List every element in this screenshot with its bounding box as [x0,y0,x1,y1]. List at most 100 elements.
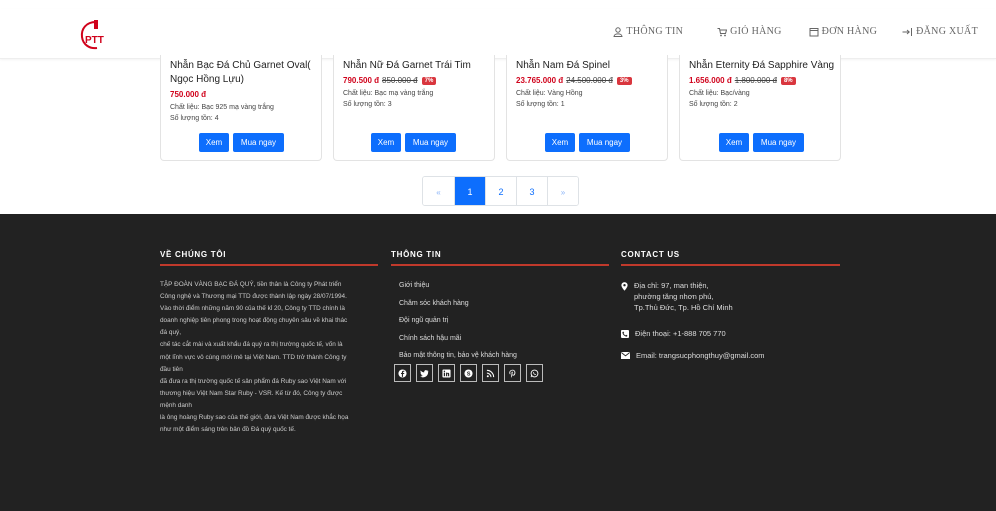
social-icons: S [394,364,543,382]
product-name[interactable]: Nhẫn Nam Đá Spinel [516,59,666,73]
current-price: 790.500 đ [343,76,380,85]
view-button[interactable]: Xem [199,133,229,152]
about-line: đá quý, [160,329,181,337]
product-price: 750.000 đ [170,90,206,99]
buy-now-button[interactable]: Mua ngay [405,133,456,152]
product-material: Chất liệu: Bạc/vàng [689,90,750,97]
product-stock: Số lượng tồn: 1 [516,101,565,108]
product-price: 23.765.000 đ 24.500.000 đ 3% [516,76,632,85]
map-marker-icon [621,282,628,291]
address-line: Tp.Thủ Đức, Tp. Hồ Chí Minh [634,303,733,312]
nav-orders[interactable]: ĐƠN HÀNG [809,26,877,37]
pagination-prev[interactable]: « [423,177,454,205]
about-heading-underline [160,264,378,266]
footer-link-warranty[interactable]: Chính sách hậu mãi [399,333,517,351]
facebook-icon[interactable] [394,364,411,382]
view-button[interactable]: Xem [545,133,575,152]
product-meta: Chất liệu: Bạc/vàng Số lượng tồn: 2 [689,88,750,110]
about-line: là ông hoàng Ruby sao của thế giới, đưa … [160,414,349,422]
buy-now-button[interactable]: Mua ngay [753,133,804,152]
product-price: 790.500 đ 850.000 đ 7% [343,76,437,85]
product-stock: Số lượng tồn: 3 [343,101,392,108]
svg-text:PTT: PTT [85,35,104,46]
contact-email: Email: trangsucphongthuy@gmail.com [621,350,765,361]
discount-badge: 3% [616,76,632,85]
about-line: đã đưa ra thị trường quốc tế sản phẩm đá… [160,377,347,385]
product-meta: Chất liệu: Bạc mạ vàng trắng Số lượng tồ… [343,88,433,110]
footer-link-care[interactable]: Chăm sóc khách hàng [399,298,517,316]
product-card: Nhẫn Nữ Đá Garnet Trái Tim 790.500 đ 850.… [333,55,495,161]
address-line: Địa chỉ: 97, man thiện, [634,281,709,290]
svg-text:S: S [467,371,471,377]
about-line: một lĩnh vực vô cùng mới mẻ tại Việt Nam… [160,353,347,361]
pinterest-icon[interactable] [504,364,521,382]
discount-badge: 8% [780,76,796,85]
old-price: 24.500.000 đ [566,76,613,85]
footer-link-about[interactable]: Giới thiệu [399,280,517,298]
pagination-page-2[interactable]: 2 [485,177,516,205]
skype-icon[interactable]: S [460,364,477,382]
current-price: 750.000 đ [170,90,207,99]
nav-orders-label: ĐƠN HÀNG [821,26,878,37]
about-line: Công nghệ và Thương mại TTD được thành l… [160,293,347,301]
buy-now-button[interactable]: Mua ngay [579,133,630,152]
twitter-icon[interactable] [416,364,433,382]
pagination-page-1[interactable]: 1 [454,177,485,205]
rss-icon[interactable] [482,364,499,382]
logout-icon [902,27,913,36]
current-price: 1.656.000 đ [689,76,732,85]
product-meta: Chất liệu: Bạc 925 mạ vàng trắng Số lượn… [170,102,274,124]
nav-info[interactable]: THÔNG TIN [613,26,683,37]
product-stock: Số lượng tồn: 2 [689,101,738,108]
old-price: 850.000 đ [382,76,418,85]
linkedin-icon[interactable] [438,364,455,382]
phone-text: Điện thoại: +1-888 705 770 [635,329,726,338]
discount-badge: 7% [421,76,437,85]
whatsapp-icon[interactable] [526,364,543,382]
product-name[interactable]: Nhẫn Bạc Đá Chủ Garnet Oval( Ngọc Hồng L… [170,59,320,87]
product-name[interactable]: Nhẫn Nữ Đá Garnet Trái Tim [343,59,493,73]
about-line: TẬP ĐOÀN VÀNG BẠC ĐÁ QUÝ, tiền thân là C… [160,281,342,288]
site-header: PTT THÔNG TIN GIỎ HÀNG ĐƠN HÀNG ĐĂNG XUẤ… [0,9,996,59]
buy-now-button[interactable]: Mua ngay [233,133,284,152]
contact-phone: Điện thoại: +1-888 705 770 [621,328,765,339]
main-nav: THÔNG TIN GIỎ HÀNG ĐƠN HÀNG ĐĂNG XUẤT [613,26,978,37]
current-price: 23.765.000 đ [516,76,564,85]
view-button[interactable]: Xem [719,133,749,152]
product-grid: Nhẫn Bạc Đá Chủ Garnet Oval( Ngọc Hồng L… [0,55,996,165]
footer-link-team[interactable]: Đội ngũ quản trị [399,315,517,333]
about-line: đầu tiên [160,365,183,373]
site-logo[interactable]: PTT [78,19,114,51]
pagination-page-3[interactable]: 3 [516,177,547,205]
product-material: Chất liệu: Bạc mạ vàng trắng [343,90,434,97]
product-stock: Số lượng tồn: 4 [170,115,219,122]
nav-cart[interactable]: GIỎ HÀNG [717,26,782,37]
info-links: Giới thiệu Chăm sóc khách hàng Đội ngũ q… [399,280,517,368]
email-text[interactable]: Email: trangsucphongthuy@gmail.com [636,350,765,361]
old-price: 1.800.000 đ [734,76,777,85]
about-line: Vào thời điểm những năm 90 của thế kỉ 20… [160,305,345,313]
contact-heading-underline [621,264,840,266]
view-button[interactable]: Xem [371,133,401,152]
about-line: mệnh danh [160,401,192,409]
calendar-icon [809,27,819,36]
product-meta: Chất liệu: Vàng Hồng Số lượng tồn: 1 [516,88,583,110]
about-text: TẬP ĐOÀN VÀNG BẠC ĐÁ QUÝ, tiền thân là C… [160,279,382,436]
envelope-icon [621,352,630,359]
product-price: 1.656.000 đ 1.800.000 đ 8% [689,76,796,85]
info-heading: THÔNG TIN [391,250,442,259]
about-line: như một điểm sáng trên bản đồ Đá quý quố… [160,426,296,434]
contact-heading: CONTACT US [621,250,680,259]
nav-logout[interactable]: ĐĂNG XUẤT [902,26,978,37]
about-line: doanh nghiệp tiên phong trong hoạt động … [160,317,348,325]
about-heading: VỀ CHÚNG TÔI [160,250,227,259]
about-line: thương hiệu Việt Nam Star Ruby - VSR. Kế… [160,389,343,397]
address-line: phường tăng nhơn phú, [634,292,714,301]
pagination-next[interactable]: » [547,177,578,205]
product-card: Nhẫn Eternity Đá Sapphire Vàng 1.656.000… [679,55,841,161]
product-material: Chất liệu: Bạc 925 mạ vàng trắng [170,104,274,111]
phone-icon [621,330,629,338]
product-card: Nhẫn Bạc Đá Chủ Garnet Oval( Ngọc Hồng L… [160,55,322,161]
product-card: Nhẫn Nam Đá Spinel 23.765.000 đ 24.500.00… [506,55,668,161]
product-name[interactable]: Nhẫn Eternity Đá Sapphire Vàng [689,59,839,73]
